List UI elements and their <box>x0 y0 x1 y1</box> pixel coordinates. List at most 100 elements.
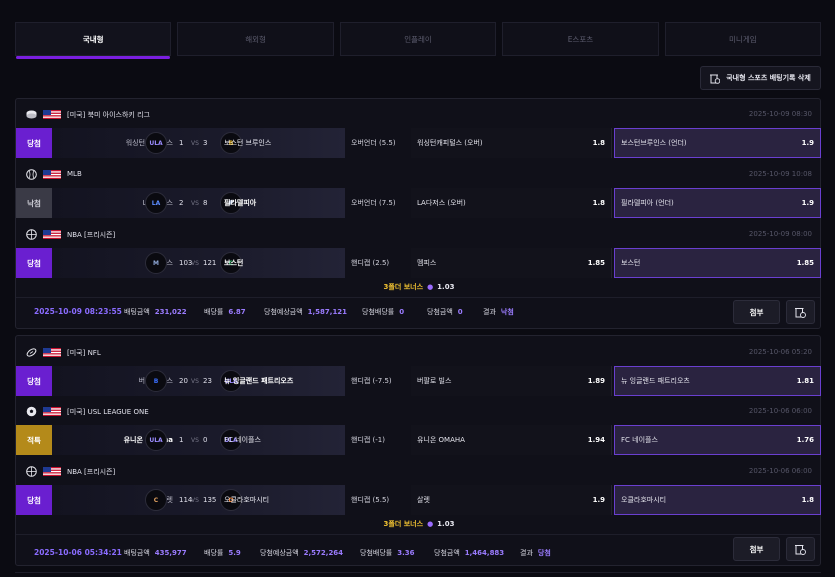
us-flag-icon <box>43 467 61 476</box>
home-team-logo: C <box>145 489 167 511</box>
win-odds: 당첨배당률 0 <box>362 308 405 316</box>
match-info: 멤피스 M 103 VS 121 C 보스턴 <box>52 248 345 278</box>
match-info: 유니온 Omaha ULA 1 VS 0 ULA FC 네이플스 <box>52 425 345 455</box>
league-name: NBA [프리시즌] <box>67 468 116 476</box>
pick-left[interactable]: 버팔로 빌스 1.89 <box>411 366 612 396</box>
pick-label: 뉴 잉글랜드 패트리오츠 <box>621 377 690 385</box>
bet-summary: 2025-10-06 05:34:21 배팅금액 435,977 배당률 5.9 당… <box>16 541 822 565</box>
league-name: NBA [프리시즌] <box>67 231 116 239</box>
league-header: [미국] NFL 2025-10-06 05:20 <box>16 339 822 365</box>
tab-inplay[interactable]: 인플레이 <box>339 22 497 56</box>
pick-odds: 1.9 <box>801 199 814 207</box>
tab-overseas[interactable]: 해외형 <box>177 22 334 56</box>
pick-right-selected[interactable]: 오클라호마시티 1.8 <box>614 485 821 515</box>
home-team-logo: B <box>145 370 167 392</box>
delete-bet-button[interactable] <box>786 537 815 561</box>
us-flag-icon <box>43 407 61 416</box>
game-time: 2025-10-06 06:00 <box>748 407 812 415</box>
attach-button[interactable]: 첨부 <box>733 537 780 561</box>
bet-card-1: [미국] 북미 아이스하키 리그 2025-10-09 08:30 당첨 워싱턴… <box>15 98 821 329</box>
game-time: 2025-10-06 05:20 <box>748 348 812 356</box>
away-score: 3 <box>203 139 208 147</box>
away-score: 135 <box>203 496 217 504</box>
away-team: 뉴 잉글랜드 패트리오츠 <box>224 377 294 385</box>
bet-date: 2025-10-06 05:34:21 <box>34 548 122 557</box>
bet-date: 2025-10-09 08:23:55 <box>34 307 122 316</box>
bonus-label: 3폴더 보너스 <box>383 283 424 291</box>
home-score: 2 <box>179 199 184 207</box>
home-team-logo: ULA <box>145 132 167 154</box>
pick-odds: 1.94 <box>587 436 605 444</box>
bet-row: 당첨 살렛 C 114 VS 135 O 오클라호마시티 핸디캡 (5.5) 살… <box>16 485 822 515</box>
market-type: 핸디캡 (2.5) <box>351 259 390 267</box>
market-type: 핸디캡 (-1) <box>351 436 385 444</box>
bonus-icon: ● <box>427 520 434 528</box>
game-time: 2025-10-06 06:00 <box>748 467 812 475</box>
win-odds: 당첨배당률 3.36 <box>360 549 415 557</box>
league-header: MLB 2025-10-09 10:08 <box>16 161 822 187</box>
bet-row: 당첨 멤피스 M 103 VS 121 C 보스턴 핸디캡 (2.5) 멤피스 … <box>16 248 822 278</box>
delete-bet-button[interactable] <box>786 300 815 324</box>
pick-right-selected[interactable]: 뉴 잉글랜드 패트리오츠 1.81 <box>614 366 821 396</box>
pick-odds: 1.9 <box>801 139 814 147</box>
trash-clock-icon <box>710 74 721 84</box>
tab-esports[interactable]: E스포츠 <box>502 22 659 56</box>
away-team: 오클라호마시티 <box>224 496 270 504</box>
pick-left[interactable]: 살렛 1.9 <box>411 485 612 515</box>
pick-left[interactable]: 유니온 OMAHA 1.94 <box>411 425 612 455</box>
bet-amount: 배팅금액 435,977 <box>124 549 187 557</box>
divider <box>16 534 820 535</box>
tab-domestic[interactable]: 국내형 <box>15 22 172 59</box>
vs-label: VS <box>191 378 199 385</box>
pick-left[interactable]: LA다저스 (오버) 1.8 <box>411 188 612 218</box>
basketball-icon <box>26 466 37 477</box>
category-tabs: 국내형 해외형 인플레이 E스포츠 미니게임 <box>15 22 822 59</box>
bet-row: 당첨 버팔로 빌스 B 20 VS 23 ULA 뉴 잉글랜드 패트리오츠 핸디… <box>16 366 822 396</box>
pick-right-selected[interactable]: 보스턴브루인스 (언더) 1.9 <box>614 128 821 158</box>
baseball-icon <box>26 169 37 180</box>
game-time: 2025-10-09 10:08 <box>748 170 812 178</box>
home-team-logo: LA <box>145 192 167 214</box>
league-name: [미국] NFL <box>67 349 101 357</box>
tab-minigame[interactable]: 미니게임 <box>664 22 822 56</box>
bonus-value: 1.03 <box>437 520 455 528</box>
result-badge: 적특 <box>16 425 52 455</box>
home-score: 20 <box>179 377 188 385</box>
league-header: NBA [프리시즌] 2025-10-09 08:00 <box>16 221 822 247</box>
pick-label: 오클라호마시티 <box>621 496 667 504</box>
pick-right-selected[interactable]: FC 네이플스 1.76 <box>614 425 821 455</box>
pick-label: 워싱턴캐피털스 (오버) <box>417 139 483 147</box>
pick-label: 버팔로 빌스 <box>417 377 452 385</box>
result-badge: 당첨 <box>16 248 52 278</box>
match-info: 버팔로 빌스 B 20 VS 23 ULA 뉴 잉글랜드 패트리오츠 <box>52 366 345 396</box>
match-info: 살렛 C 114 VS 135 O 오클라호마시티 <box>52 485 345 515</box>
vs-label: VS <box>191 140 199 147</box>
home-team-logo: M <box>145 252 167 274</box>
bonus-value: 1.03 <box>437 283 455 291</box>
pick-odds: 1.76 <box>796 436 814 444</box>
pick-odds: 1.85 <box>796 259 814 267</box>
league-name: MLB <box>67 170 82 178</box>
attach-button[interactable]: 첨부 <box>733 300 780 324</box>
pick-right-selected[interactable]: 필라델피아 (언더) 1.9 <box>614 188 821 218</box>
soccer-icon <box>26 406 37 417</box>
pick-label: 살렛 <box>417 496 430 504</box>
bet-result: 결과 낙첨 <box>483 308 514 316</box>
league-header: NBA [프리시즌] 2025-10-06 06:00 <box>16 458 822 484</box>
odds: 배당률 5.9 <box>204 549 241 557</box>
bet-card-2: [미국] NFL 2025-10-06 05:20 당첨 버팔로 빌스 B 20… <box>15 335 821 566</box>
league-header: [미국] 북미 아이스하키 리그 2025-10-09 08:30 <box>16 101 822 127</box>
trash-clock-icon <box>795 308 806 318</box>
pick-right-selected[interactable]: 보스턴 1.85 <box>614 248 821 278</box>
match-info: LA 다저스 LA 2 VS 8 P 필라델피아 <box>52 188 345 218</box>
pick-label: LA다저스 (오버) <box>417 199 466 207</box>
delete-history-button[interactable]: 국내형 스포츠 배팅기록 삭제 <box>700 66 821 90</box>
market-type: 오버언더 (7.5) <box>351 199 396 207</box>
pick-left[interactable]: 멤피스 1.85 <box>411 248 612 278</box>
pick-label: 멤피스 <box>417 259 437 267</box>
folder-bonus: 3폴더 보너스 ● 1.03 <box>16 282 822 296</box>
odds: 배당률 6.87 <box>204 308 246 316</box>
pick-label: 유니온 OMAHA <box>417 436 465 444</box>
pick-left[interactable]: 워싱턴캐피털스 (오버) 1.8 <box>411 128 612 158</box>
bonus-label: 3폴더 보너스 <box>383 520 424 528</box>
